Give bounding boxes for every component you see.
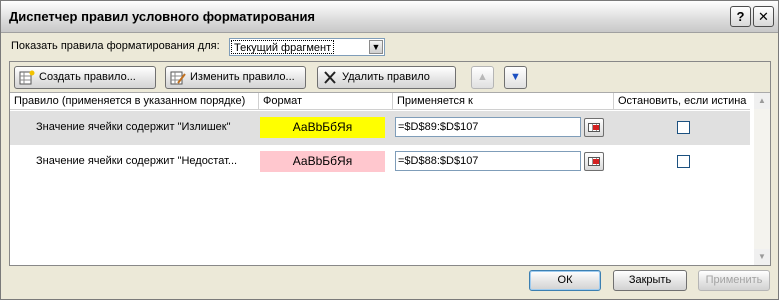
close-icon[interactable]: ✕ xyxy=(753,6,774,27)
column-header-format[interactable]: Формат xyxy=(259,93,393,110)
column-header-rule[interactable]: Правило (применяется в указанном порядке… xyxy=(10,93,259,110)
move-up-button[interactable]: ▲ xyxy=(471,66,494,89)
format-preview: АаВbБбЯя xyxy=(260,151,385,172)
delete-x-icon xyxy=(322,70,338,85)
scroll-down-icon[interactable]: ▼ xyxy=(754,249,770,265)
table-row[interactable]: Значение ячейки содержит "Излишек" АаВbБ… xyxy=(10,111,750,145)
rule-description: Значение ячейки содержит "Недостат... xyxy=(36,155,238,167)
column-header-stop-if-true[interactable]: Остановить, если истина xyxy=(614,93,750,110)
create-rule-label: Создать правило... xyxy=(39,71,136,83)
range-select-icon[interactable] xyxy=(584,152,604,171)
edit-rule-button[interactable]: Изменить правило... xyxy=(165,66,306,89)
delete-rule-button[interactable]: Удалить правило xyxy=(317,66,456,89)
scroll-up-icon[interactable]: ▲ xyxy=(754,93,770,109)
show-rules-selected-value: Текущий фрагмент xyxy=(231,40,335,54)
arrow-down-icon: ▼ xyxy=(510,71,521,83)
rules-panel: Создать правило... Изменить правило... У… xyxy=(9,61,771,266)
table-row[interactable]: Значение ячейки содержит "Недостат... Аа… xyxy=(10,145,750,179)
rules-toolbar: Создать правило... Изменить правило... У… xyxy=(10,62,770,93)
vertical-scrollbar[interactable]: ▲ ▼ xyxy=(754,93,770,265)
column-header-applies-to[interactable]: Применяется к xyxy=(393,93,614,110)
format-preview: АаВbБбЯя xyxy=(260,117,385,138)
applies-to-input[interactable]: =$D$89:$D$107 xyxy=(395,117,581,137)
conditional-formatting-manager-dialog: Диспетчер правил условного форматировани… xyxy=(0,0,779,300)
show-rules-dropdown[interactable]: Текущий фрагмент ▼ xyxy=(229,38,385,56)
help-button[interactable]: ? xyxy=(730,6,751,27)
applies-to-input[interactable]: =$D$88:$D$107 xyxy=(395,151,581,171)
show-rules-label: Показать правила форматирования для: xyxy=(11,40,220,52)
ok-button[interactable]: ОК xyxy=(529,270,601,291)
rule-description: Значение ячейки содержит "Излишек" xyxy=(36,121,231,133)
dialog-title: Диспетчер правил условного форматировани… xyxy=(9,9,316,24)
stop-if-true-checkbox[interactable] xyxy=(677,155,690,168)
stop-if-true-checkbox[interactable] xyxy=(677,121,690,134)
rules-table-header: Правило (применяется в указанном порядке… xyxy=(10,93,750,110)
edit-rule-icon xyxy=(170,70,186,85)
apply-button[interactable]: Применить xyxy=(698,270,770,291)
edit-rule-label: Изменить правило... xyxy=(190,71,295,83)
range-select-icon[interactable] xyxy=(584,118,604,137)
chevron-down-icon[interactable]: ▼ xyxy=(369,40,383,54)
close-button[interactable]: Закрыть xyxy=(613,270,687,291)
move-down-button[interactable]: ▼ xyxy=(504,66,527,89)
new-rule-icon xyxy=(19,70,35,85)
title-bar[interactable]: Диспетчер правил условного форматировани… xyxy=(1,1,778,33)
delete-rule-label: Удалить правило xyxy=(342,71,430,83)
arrow-up-icon: ▲ xyxy=(477,71,488,83)
create-rule-button[interactable]: Создать правило... xyxy=(14,66,156,89)
